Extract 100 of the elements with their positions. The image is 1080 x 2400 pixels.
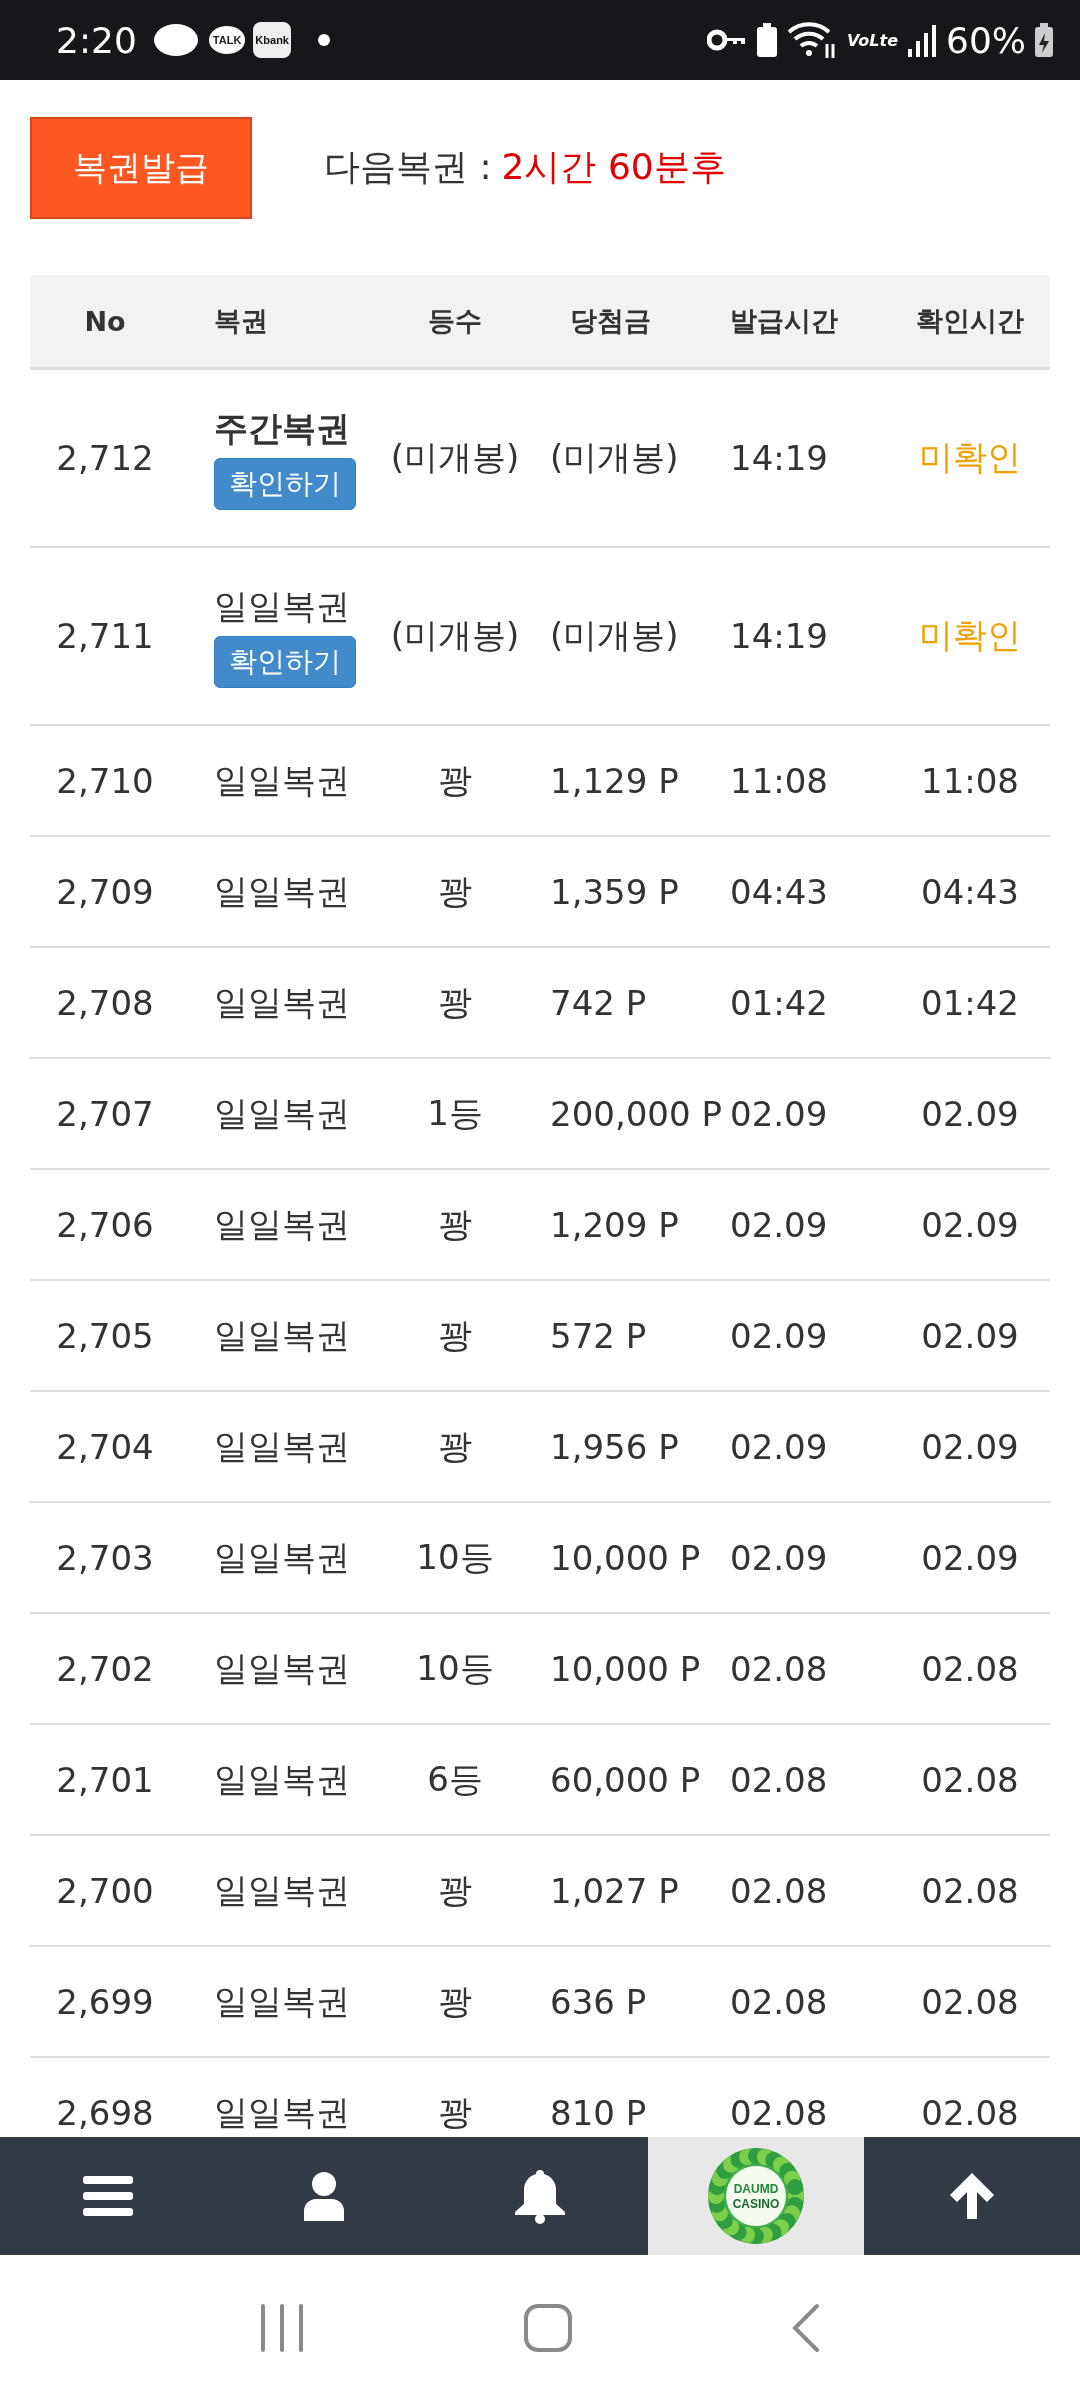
table-cell-text: 02.09: [729, 1093, 829, 1134]
lottery-name: 주간복권: [214, 407, 350, 450]
table-cell-text: 02.08: [920, 1759, 1020, 1800]
lottery-name: 일일복권: [214, 980, 350, 1024]
dot-icon: [317, 33, 331, 47]
app-icon: TALK: [208, 26, 246, 54]
lottery-name: 일일복권: [214, 2090, 350, 2134]
lottery-name: 일일복권: [214, 869, 350, 913]
table-cell-text: 02.09: [920, 1315, 1020, 1356]
issue-lottery-button[interactable]: 복권발급: [30, 116, 252, 219]
table-cell-text: 02.09: [729, 1426, 829, 1467]
table-cell-text: 02.09: [729, 1315, 829, 1356]
next-lottery-time: 2시간 60분후: [501, 145, 726, 189]
table-cell-text: 02.09: [920, 1204, 1020, 1245]
table-cell-text: 60,000 P: [549, 1759, 702, 1800]
table-cell-text: 02.09: [729, 1537, 829, 1578]
table-cell-text: 미확인: [918, 436, 1022, 479]
app-icon: Kbank: [253, 22, 291, 58]
lottery-name: 일일복권: [214, 1979, 350, 2023]
table-cell-text: 1,956 P: [549, 1426, 680, 1467]
table-cell-text: 10,000 P: [549, 1648, 702, 1689]
table-cell-text: 꽝: [437, 1868, 473, 1912]
table-cell-text: 02.08: [729, 1648, 829, 1689]
menu-icon[interactable]: [83, 2174, 133, 2218]
table-cell-text: 꽝: [437, 1979, 473, 2023]
signal-icon: [906, 23, 938, 57]
column-header: 확인시간: [915, 304, 1025, 338]
table-cell-text: 02.09: [729, 1204, 829, 1245]
table-cell-text: 02.08: [729, 1981, 829, 2022]
lottery-name: 일일복권: [214, 1313, 350, 1357]
lottery-name: 일일복권: [214, 585, 350, 628]
table-cell-text: 2,702: [55, 1648, 155, 1689]
lottery-name: 일일복권: [214, 1757, 350, 1801]
check-button[interactable]: 확인하기: [214, 458, 356, 510]
table-cell-text: 02.08: [729, 1759, 829, 1800]
volte-label: VoLte: [847, 30, 898, 50]
table-cell-text: 02.08: [920, 1648, 1020, 1689]
table-cell-text: 2,701: [55, 1759, 155, 1800]
lottery-name: 일일복권: [214, 1202, 350, 1246]
lottery-name: 일일복권: [214, 1535, 350, 1579]
clock: 2:20: [56, 19, 137, 61]
column-header: 등수: [427, 304, 483, 338]
battery-saver-icon: [755, 22, 780, 58]
table-cell-text: (미개봉): [389, 614, 521, 657]
table-cell-text: 1,209 P: [549, 1204, 680, 1245]
table-cell-text: 2,708: [55, 982, 155, 1023]
column-header: 발급시간: [729, 304, 839, 338]
table-cell-text: 꽝: [437, 869, 473, 913]
lottery-name: 일일복권: [214, 1868, 350, 1912]
table-cell-text: 200,000 P: [549, 1093, 720, 1134]
bell-icon[interactable]: [513, 2168, 567, 2224]
table-cell-text: 02.09: [920, 1537, 1020, 1578]
table-cell-text: 꽝: [437, 980, 473, 1024]
table-cell-text: 2,698: [55, 2092, 155, 2133]
table-cell-text: 1,027 P: [549, 1870, 680, 1911]
table-cell-text: 11:08: [920, 760, 1020, 801]
check-button[interactable]: 확인하기: [214, 636, 356, 688]
table-cell-text: 14:19: [729, 616, 829, 656]
table-cell-text: 6등: [426, 1757, 484, 1801]
table-cell-text: 2,703: [55, 1537, 155, 1578]
table-cell-text: 02.09: [920, 1093, 1020, 1134]
table-cell-text: 10등: [415, 1535, 495, 1579]
battery-percent: 60%: [946, 19, 1026, 61]
table-cell-text: 1,129 P: [549, 760, 680, 801]
back-icon[interactable]: [791, 2302, 821, 2353]
next-lottery-label: 다음복권 :: [324, 145, 492, 189]
table-cell-text: 01:42: [729, 982, 829, 1023]
lottery-name: 일일복권: [214, 1424, 350, 1468]
table-cell-text: 미확인: [918, 614, 1022, 657]
table-cell-text: 1,359 P: [549, 871, 680, 912]
lottery-name: 일일복권: [214, 758, 350, 802]
table-cell-text: 2,705: [55, 1315, 155, 1356]
casino-logo[interactable]: DAUMD CASINO: [706, 2146, 806, 2246]
table-cell-text: 14:19: [729, 438, 829, 478]
key-icon: [707, 28, 748, 52]
table-cell-text: 2,700: [55, 1870, 155, 1911]
table-cell-text: (미개봉): [549, 614, 680, 657]
recent-apps-icon[interactable]: [259, 2302, 305, 2353]
table-cell-text: 2,712: [55, 438, 155, 478]
table-cell-text: 2,699: [55, 1981, 155, 2022]
column-header: 당첨금: [569, 304, 652, 338]
table-cell-text: 2,711: [55, 616, 155, 656]
table-cell-text: 꽝: [437, 2090, 473, 2134]
table-cell-text: 02.08: [729, 2092, 829, 2133]
person-icon[interactable]: [303, 2171, 345, 2221]
table-cell-text: 10등: [415, 1646, 495, 1690]
table-cell-text: 2,706: [55, 1204, 155, 1245]
table-cell-text: 꽝: [437, 1424, 473, 1468]
column-header: No: [83, 305, 127, 337]
battery-icon: [1034, 23, 1054, 57]
table-cell-text: 2,710: [55, 760, 155, 801]
table-cell-text: 742 P: [549, 982, 648, 1023]
table-cell-text: 572 P: [549, 1315, 648, 1356]
lottery-name: 일일복권: [214, 1646, 350, 1690]
lottery-name: 일일복권: [214, 1091, 350, 1135]
table-cell-text: 02.08: [920, 2092, 1020, 2133]
table-cell-text: 01:42: [920, 982, 1020, 1023]
table-cell-text: (미개봉): [549, 436, 680, 479]
table-cell-text: 636 P: [549, 1981, 648, 2022]
home-icon[interactable]: [523, 2302, 573, 2353]
